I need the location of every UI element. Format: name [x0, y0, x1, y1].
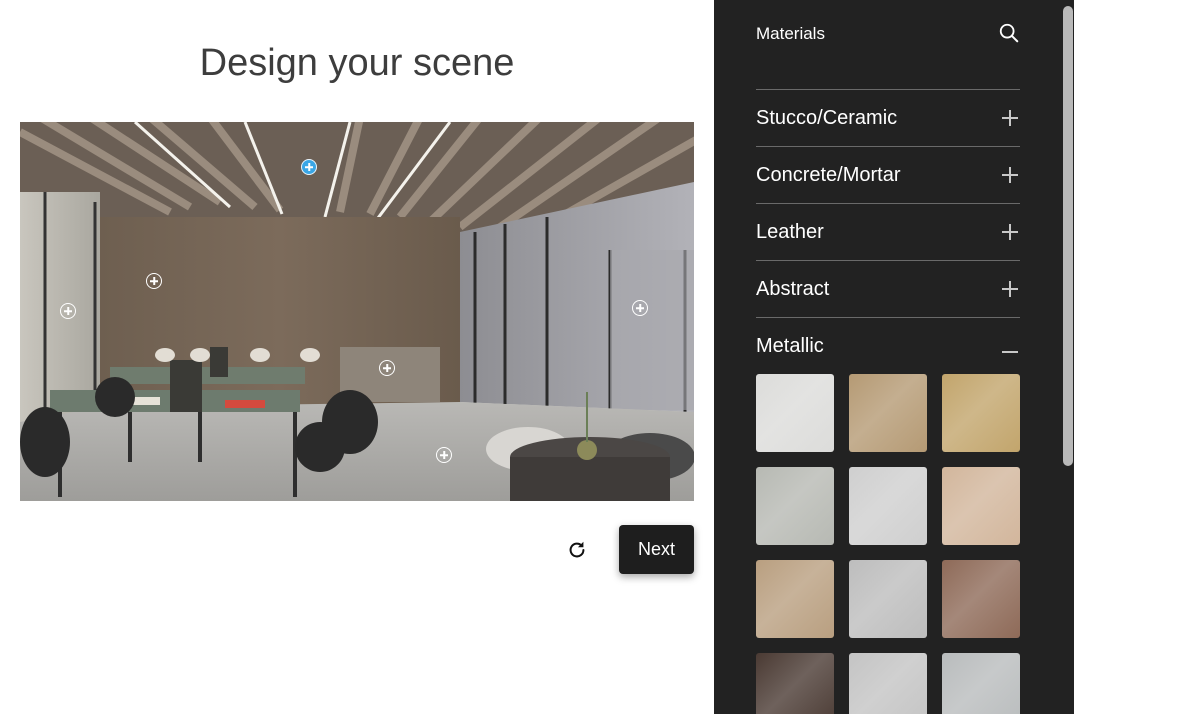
- material-swatch[interactable]: [756, 374, 834, 452]
- category-label: Abstract: [756, 278, 830, 300]
- blank-area: [1074, 0, 1184, 714]
- material-swatch[interactable]: [849, 560, 927, 638]
- material-swatch[interactable]: [849, 374, 927, 452]
- minus-icon: [1002, 344, 1018, 360]
- hotspot-floor[interactable]: [436, 447, 452, 463]
- category-leather[interactable]: Leather: [756, 203, 1020, 260]
- material-swatch[interactable]: [756, 653, 834, 714]
- material-swatch[interactable]: [942, 560, 1020, 638]
- plus-icon: [1002, 167, 1018, 183]
- plus-icon: [1002, 224, 1018, 240]
- category-concrete-mortar[interactable]: Concrete/Mortar: [756, 146, 1020, 203]
- category-metallic[interactable]: Metallic: [756, 317, 1020, 374]
- hotspot-counter[interactable]: [379, 360, 395, 376]
- sidebar-title: Materials: [756, 24, 825, 43]
- category-abstract[interactable]: Abstract: [756, 260, 1020, 317]
- material-swatch[interactable]: [942, 374, 1020, 452]
- sidebar-header: Materials: [756, 22, 1020, 52]
- material-swatch[interactable]: [849, 467, 927, 545]
- search-icon[interactable]: [998, 22, 1020, 49]
- category-label: Leather: [756, 221, 824, 243]
- materials-sidebar: Materials Stucco/Ceramic Concrete/Mortar…: [714, 0, 1074, 714]
- reset-button[interactable]: [564, 537, 590, 563]
- page-title: Design your scene: [199, 42, 515, 84]
- plus-icon: [1002, 110, 1018, 126]
- material-swatch[interactable]: [942, 653, 1020, 714]
- hotspot-wood-wall[interactable]: [146, 273, 162, 289]
- material-swatch[interactable]: [849, 653, 927, 714]
- hotspot-glass-wall[interactable]: [632, 300, 648, 316]
- plus-icon: [1002, 281, 1018, 297]
- category-label: Stucco/Ceramic: [756, 107, 898, 129]
- material-swatch[interactable]: [942, 467, 1020, 545]
- hotspot-window[interactable]: [60, 303, 76, 319]
- refresh-icon: [569, 541, 585, 558]
- next-button[interactable]: Next: [619, 525, 694, 574]
- category-stucco-ceramic[interactable]: Stucco/Ceramic: [756, 89, 1020, 146]
- scene-preview[interactable]: [20, 122, 694, 501]
- scrollbar-thumb[interactable]: [1063, 6, 1073, 466]
- category-label: Concrete/Mortar: [756, 164, 901, 186]
- office-scene-image: [20, 122, 694, 501]
- category-label: Metallic: [756, 335, 824, 357]
- material-swatch[interactable]: [756, 467, 834, 545]
- hotspot-ceiling[interactable]: [301, 159, 317, 175]
- material-swatch[interactable]: [756, 560, 834, 638]
